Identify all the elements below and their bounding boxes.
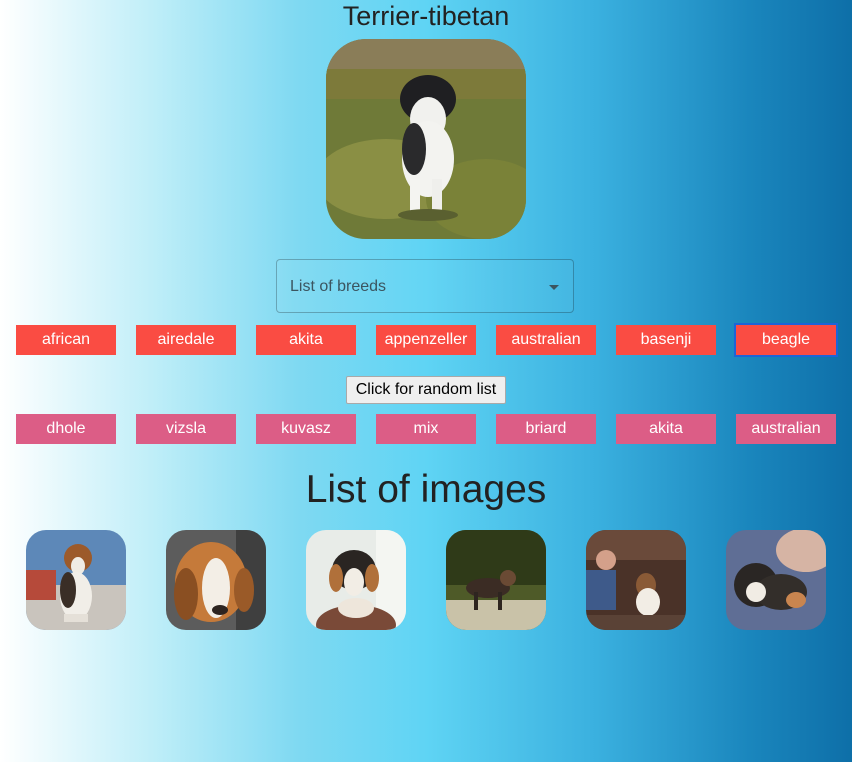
breed-select[interactable]: List of breeds [276,259,574,313]
dog-thumbnail [586,530,686,630]
breed-select-placeholder: List of breeds [290,278,387,295]
random-breed-button-kuvasz[interactable]: kuvasz [256,414,356,444]
random-breed-button-vizsla[interactable]: vizsla [136,414,236,444]
random-breed-button-mix[interactable]: mix [376,414,476,444]
dog-thumbnail [726,530,826,630]
breed-button-african[interactable]: african [16,325,116,355]
random-breed-button-dhole[interactable]: dhole [16,414,116,444]
random-breed-button-briard[interactable]: briard [496,414,596,444]
dog-thumbnail [306,530,406,630]
breed-button-basenji[interactable]: basenji [616,325,716,355]
page-title: Terrier-tibetan [342,1,510,31]
dog-hero-image [326,39,526,239]
dog-thumbnail [446,530,546,630]
random-breed-button-akita[interactable]: akita [616,414,716,444]
breed-button-row: african airedale akita appenzeller austr… [0,325,852,355]
images-section-title: List of images [305,468,547,511]
dog-thumbnail [26,530,126,630]
breed-button-beagle[interactable]: beagle [736,325,836,355]
random-list-button[interactable]: Click for random list [346,376,506,404]
breed-button-airedale[interactable]: airedale [136,325,236,355]
breed-button-akita[interactable]: akita [256,325,356,355]
chevron-down-icon[interactable] [549,285,559,290]
random-breed-row: dhole vizsla kuvasz mix briard akita aus… [0,414,852,444]
dog-thumbnail [166,530,266,630]
breed-button-appenzeller[interactable]: appenzeller [376,325,476,355]
random-breed-button-australian[interactable]: australian [736,414,836,444]
breed-button-australian[interactable]: australian [496,325,596,355]
